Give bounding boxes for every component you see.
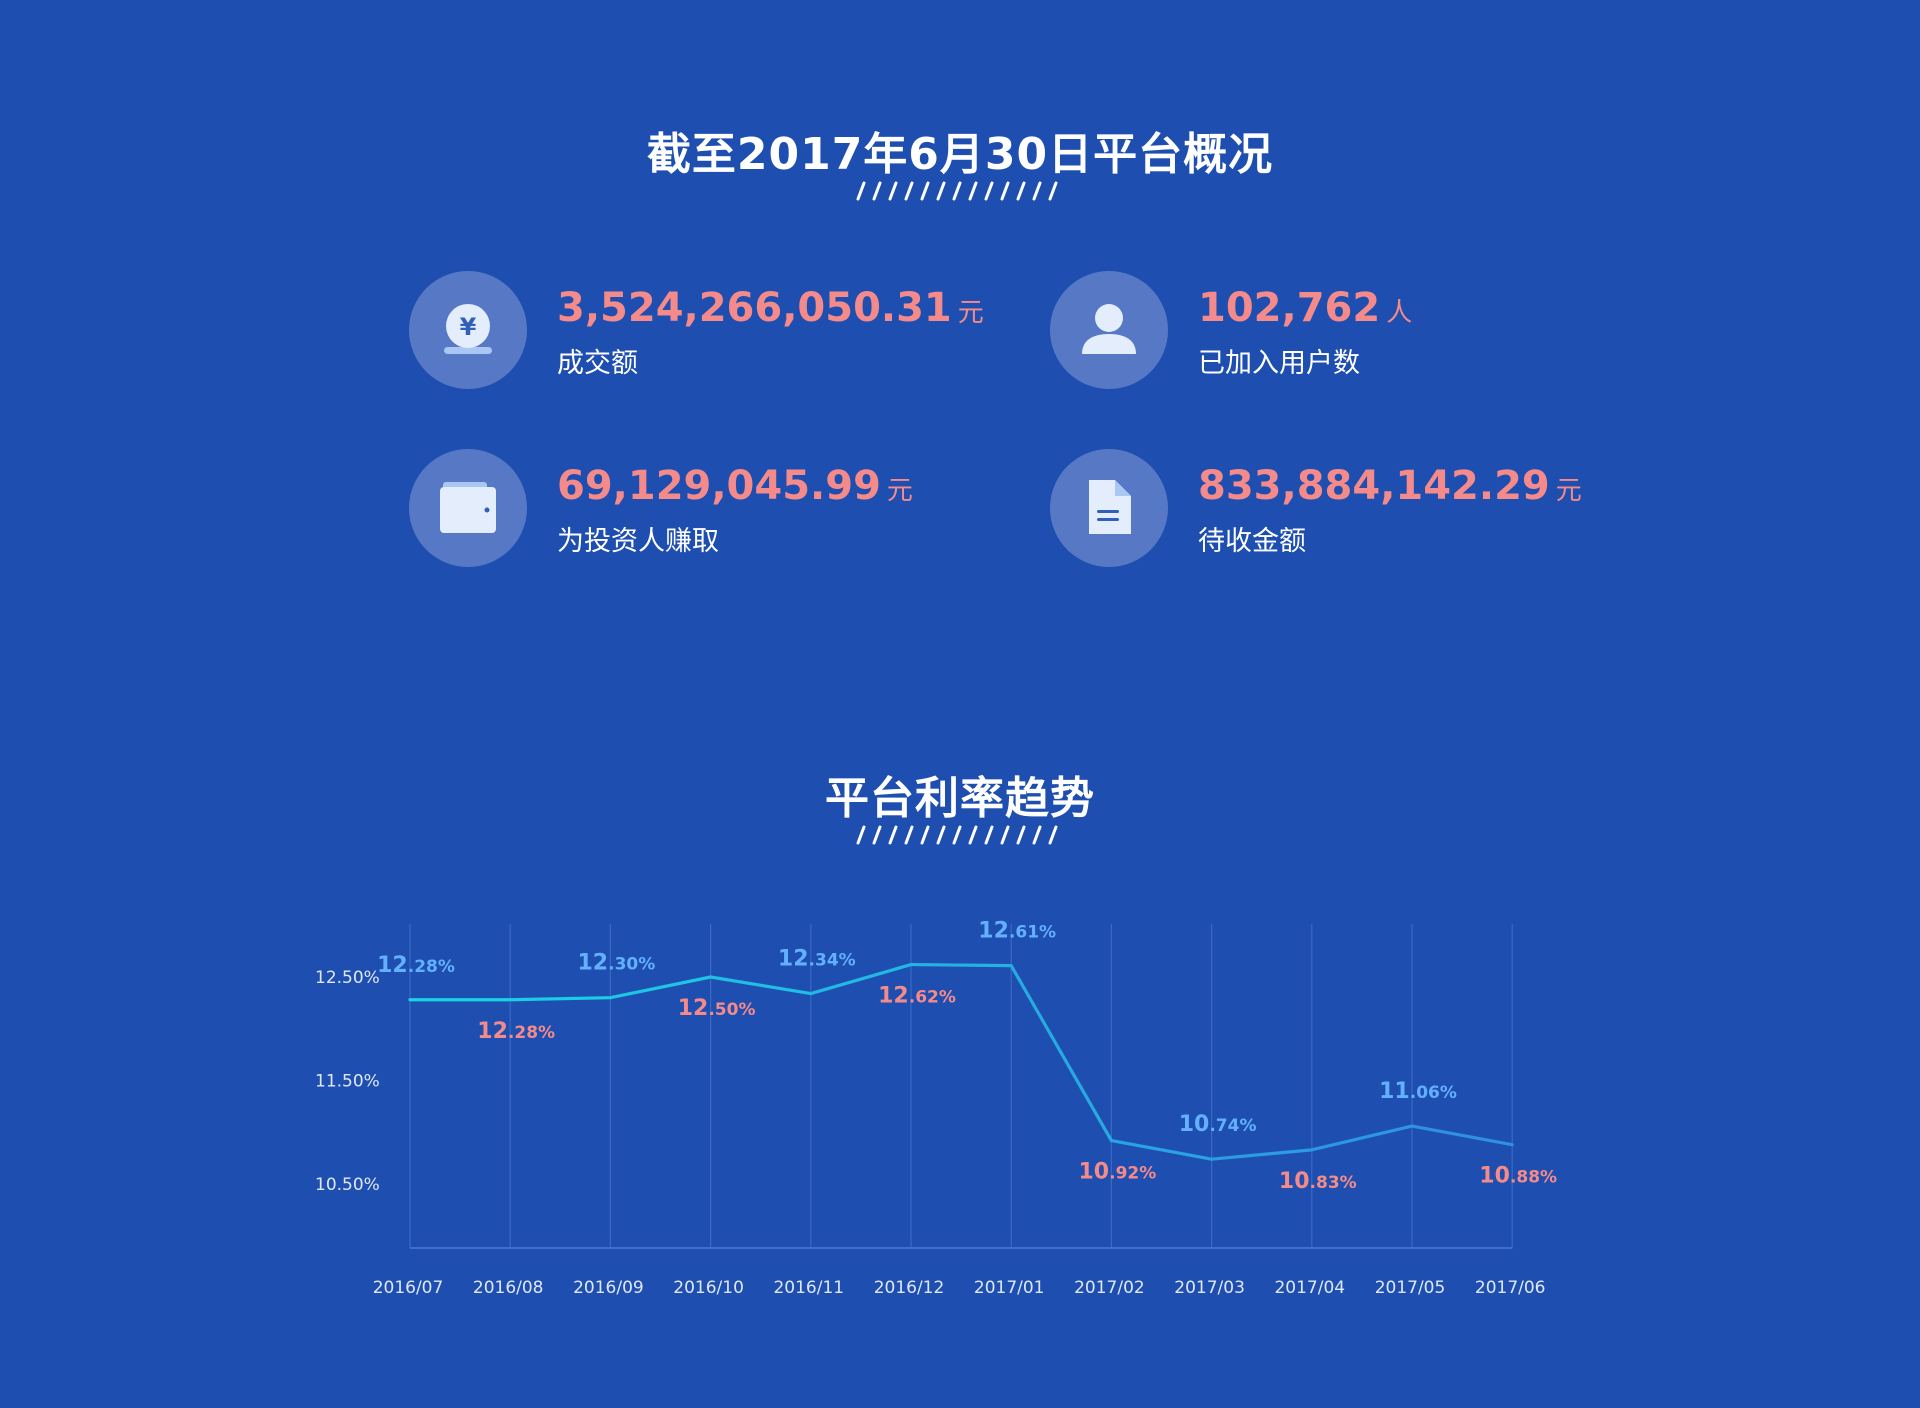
data-label: 10.74% bbox=[1179, 1112, 1257, 1137]
data-label: 11.06% bbox=[1379, 1079, 1457, 1104]
data-point bbox=[809, 992, 812, 995]
title-slash-decoration bbox=[856, 825, 1058, 845]
user-icon bbox=[1082, 304, 1136, 354]
data-point bbox=[509, 998, 512, 1001]
series-line-segment bbox=[708, 975, 813, 996]
series-line-segment bbox=[909, 962, 1013, 968]
stat-label: 为投资人赚取 bbox=[557, 526, 719, 557]
data-label: 12.34% bbox=[778, 947, 856, 972]
overview-title: 截至2017年6月30日平台概况 bbox=[646, 129, 1274, 180]
data-label: 12.62% bbox=[878, 984, 956, 1009]
x-tick-label: 2016/09 bbox=[573, 1278, 644, 1298]
y-tick-label: 10.50% bbox=[315, 1175, 380, 1195]
series-line-segment bbox=[508, 996, 613, 1002]
x-tick-label: 2017/04 bbox=[1274, 1278, 1345, 1298]
data-label: 12.30% bbox=[578, 951, 656, 976]
series-line-segment bbox=[608, 975, 713, 1000]
trend-title: 平台利率趋势 bbox=[825, 773, 1095, 824]
data-point bbox=[1410, 1124, 1413, 1127]
y-tick-label: 11.50% bbox=[315, 1072, 380, 1092]
x-tick-label: 2017/02 bbox=[1074, 1278, 1145, 1298]
data-label: 10.83% bbox=[1279, 1169, 1357, 1194]
stat-turnover: ¥ 3,524,266,050.31 元 成交额 bbox=[409, 271, 984, 391]
data-point bbox=[1110, 1139, 1113, 1142]
stat-label: 成交额 bbox=[557, 348, 638, 379]
x-tick-label: 2016/11 bbox=[773, 1278, 844, 1298]
rate-trend-chart: 12.50% 11.50% 10.50% 2016/07 2016/08 2016/09 2… bbox=[315, 919, 1557, 1298]
series-line-segment bbox=[1209, 1148, 1314, 1161]
stat-label: 待收金额 bbox=[1198, 526, 1306, 557]
document-icon bbox=[1089, 480, 1131, 534]
data-point bbox=[1210, 1158, 1213, 1161]
data-point bbox=[609, 996, 612, 999]
stat-icon-circle bbox=[1050, 271, 1168, 389]
data-point bbox=[909, 963, 912, 966]
data-point bbox=[1010, 964, 1013, 967]
data-label: 12.28% bbox=[477, 1019, 555, 1044]
data-point bbox=[408, 998, 411, 1001]
x-tick-label: 2016/10 bbox=[673, 1278, 744, 1298]
x-tick-label: 2017/06 bbox=[1475, 1278, 1546, 1298]
data-point bbox=[709, 975, 712, 978]
stat-value: 102,762 人 bbox=[1198, 285, 1413, 331]
series-line-segment bbox=[1410, 1124, 1514, 1147]
yuan-coin-icon: ¥ bbox=[444, 304, 492, 354]
data-label: 10.88% bbox=[1479, 1164, 1557, 1189]
stat-value: 3,524,266,050.31 元 bbox=[557, 285, 984, 331]
data-label: 12.50% bbox=[678, 996, 756, 1021]
stat-icon-circle bbox=[1050, 449, 1168, 567]
data-label: 12.28% bbox=[377, 953, 455, 978]
stat-icon-circle: ¥ bbox=[409, 271, 527, 389]
x-tick-label: 2016/07 bbox=[373, 1278, 444, 1298]
data-point bbox=[1310, 1148, 1313, 1151]
stat-value: 833,884,142.29 元 bbox=[1198, 463, 1582, 509]
stat-value: 69,129,045.99 元 bbox=[557, 463, 913, 509]
y-tick-label: 12.50% bbox=[315, 968, 380, 988]
x-tick-label: 2017/01 bbox=[974, 1278, 1045, 1298]
data-label: 12.61% bbox=[978, 919, 1056, 944]
stat-label: 已加入用户数 bbox=[1198, 348, 1360, 379]
data-point bbox=[1511, 1143, 1514, 1146]
stat-pending-amount: 833,884,142.29 元 待收金额 bbox=[1050, 449, 1610, 569]
x-tick-label: 2016/12 bbox=[874, 1278, 945, 1298]
stat-icon-circle bbox=[409, 449, 527, 567]
svg-text:¥: ¥ bbox=[460, 313, 477, 341]
series-line-segment bbox=[1009, 964, 1114, 1143]
title-slash-decoration bbox=[856, 181, 1058, 201]
x-tick-label: 2016/08 bbox=[473, 1278, 544, 1298]
x-tick-label: 2017/05 bbox=[1375, 1278, 1446, 1298]
wallet-icon bbox=[440, 482, 496, 533]
stat-investor-earnings: 69,129,045.99 元 为投资人赚取 bbox=[409, 449, 969, 569]
data-label: 10.92% bbox=[1079, 1160, 1157, 1185]
x-tick-label: 2017/03 bbox=[1174, 1278, 1245, 1298]
series-line-segment bbox=[1109, 1138, 1214, 1161]
series-line-segment bbox=[1310, 1124, 1414, 1152]
stat-users: 102,762 人 已加入用户数 bbox=[1050, 271, 1610, 391]
